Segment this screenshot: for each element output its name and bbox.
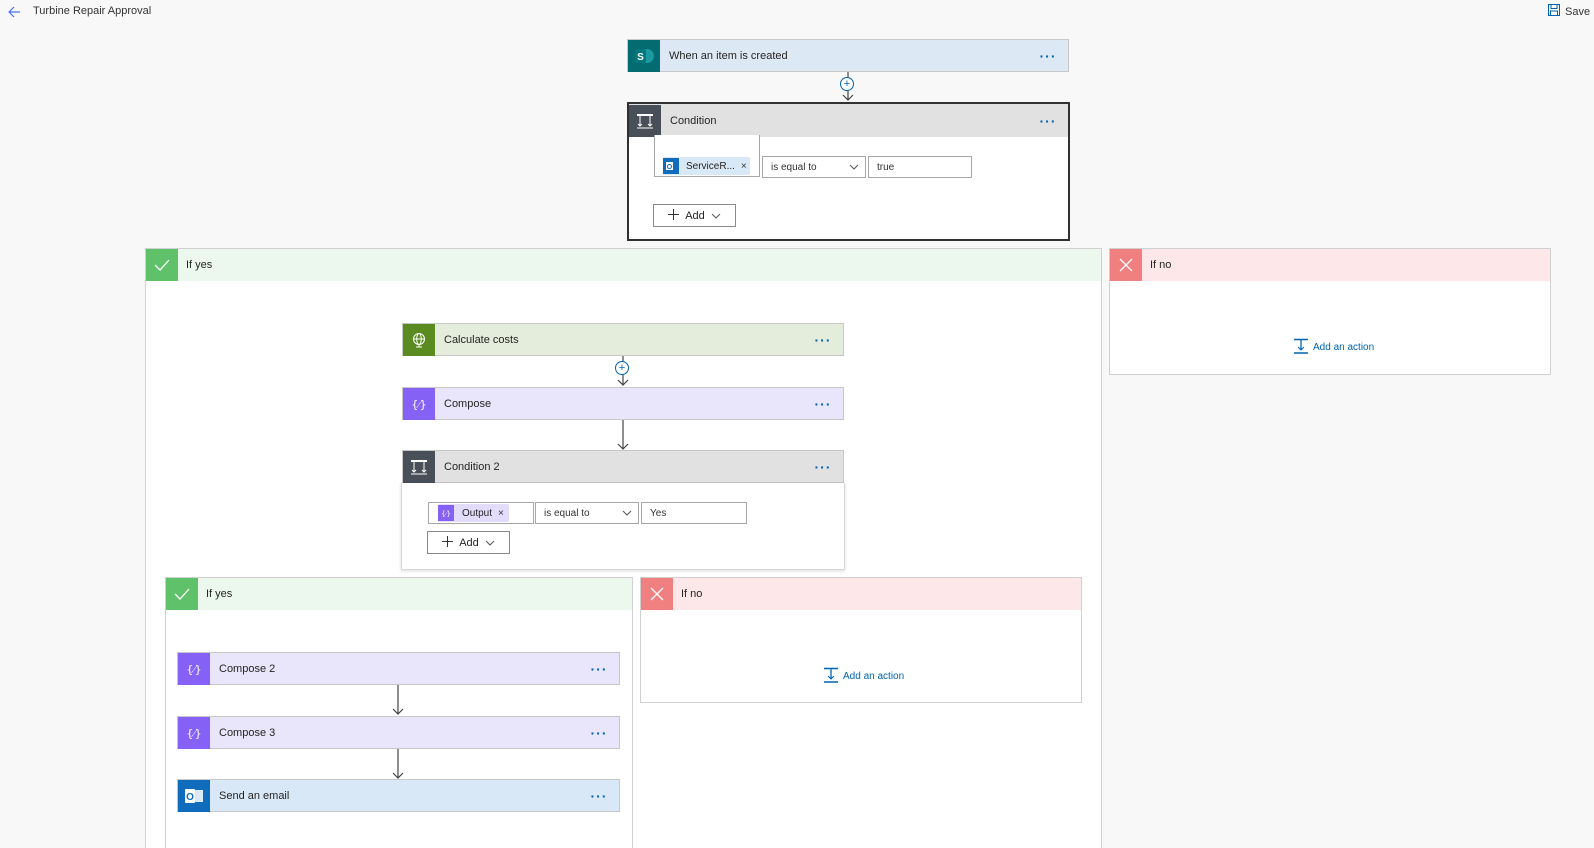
add-action-icon [823,667,839,686]
calculate-costs-card[interactable]: Calculate costs ··· [402,323,844,356]
save-button[interactable]: Save [1548,4,1590,19]
connector-line [390,685,406,719]
save-label: Save [1565,5,1591,18]
condition-token[interactable]: O ServiceR... × [663,157,750,175]
chevron-down-icon [711,210,721,222]
insert-step-button[interactable]: + [615,361,629,375]
condition2-value-input[interactable]: Yes [641,502,747,524]
trigger-label: When an item is created [669,49,788,62]
condition2-more-button[interactable]: ··· [803,459,843,475]
compose2-more-button[interactable]: ··· [579,661,619,677]
save-icon [1548,4,1560,19]
globe-icon [403,323,435,356]
condition-icon [403,450,435,483]
check-icon [166,578,198,610]
condition-add-button[interactable]: Add [653,204,736,227]
svg-text:O: O [186,792,194,803]
compose-card[interactable]: {⁄} Compose ··· [402,387,844,420]
compose-icon: {⁄} [178,716,210,749]
close-icon [1110,249,1142,281]
calculate-costs-more-button[interactable]: ··· [803,332,843,348]
condition-token-label: ServiceR... [686,160,735,172]
remove-token-icon[interactable]: × [741,161,747,172]
condition2-body: {⁄} Output × is equal to Yes Add [401,483,845,570]
condition-body: O ServiceR... × is equal to true Add [629,135,1068,239]
compose3-label: Compose 3 [219,726,276,739]
compose-label: Compose [444,397,492,410]
chevron-down-icon [622,508,632,519]
outer-if-yes-label: If yes [186,259,213,271]
compose-more-button[interactable]: ··· [803,396,843,412]
condition-operator-value: is equal to [771,161,817,173]
svg-text:O: O [667,164,673,171]
top-bar: Turbine Repair Approval Save [0,0,1594,26]
send-email-more-button[interactable]: ··· [579,788,619,804]
outer-if-yes-header[interactable]: If yes [146,249,1101,281]
trigger-more-button[interactable]: ··· [1028,48,1068,64]
compose-token-icon: {⁄} [438,505,454,521]
condition2-token-label: Output [462,507,493,519]
condition2-label: Condition 2 [444,460,500,473]
outer-no-add-action-label: Add an action [1313,342,1375,353]
condition-more-button[interactable]: ··· [1028,113,1068,129]
compose2-label: Compose 2 [219,662,276,675]
add-action-icon [1293,338,1309,357]
inner-no-add-action-label: Add an action [843,671,905,682]
sharepoint-icon: S [628,39,660,72]
condition-value-input[interactable]: true [868,156,972,178]
outer-if-no-label: If no [1150,259,1172,271]
inner-if-no-branch: If no Add an action [640,577,1082,703]
add-label: Add [685,209,705,222]
inner-if-no-label: If no [681,588,703,600]
condition-card: Condition ··· O ServiceR... × is equal t… [627,102,1070,241]
condition2-header[interactable]: Condition 2 ··· [402,450,844,483]
svg-text:{⁄}: {⁄} [441,510,451,518]
condition-header[interactable]: Condition ··· [629,104,1068,137]
inner-if-yes-header[interactable]: If yes [166,578,632,610]
outer-no-add-action-button[interactable]: Add an action [1293,338,1374,357]
connector-line [615,420,631,454]
back-arrow-icon[interactable] [6,3,26,21]
condition2-operator-value: is equal to [544,507,590,519]
svg-text:{⁄}: {⁄} [186,727,201,740]
compose2-card[interactable]: {⁄} Compose 2 ··· [177,652,620,685]
compose-icon: {⁄} [178,652,210,685]
outlook-icon: O [178,779,210,812]
outer-if-no-branch: If no Add an action [1109,248,1551,375]
chevron-down-icon [849,162,859,173]
compose3-more-button[interactable]: ··· [579,725,619,741]
add-label: Add [459,536,479,549]
close-icon [641,578,673,610]
page-title: Turbine Repair Approval [33,5,152,17]
compose-icon: {⁄} [403,387,435,420]
condition2-token[interactable]: {⁄} Output × [438,504,509,522]
compose3-card[interactable]: {⁄} Compose 3 ··· [177,716,620,749]
inner-if-no-header[interactable]: If no [641,578,1081,610]
connector-line [390,749,406,783]
plus-icon [668,208,680,223]
send-email-label: Send an email [219,789,290,802]
condition-operator-select[interactable]: is equal to [762,156,866,178]
outlook-token-icon: O [663,158,679,174]
svg-text:{⁄}: {⁄} [411,398,426,411]
condition-icon [629,104,661,137]
check-icon [146,249,178,281]
inner-no-add-action-button[interactable]: Add an action [823,667,904,686]
chevron-down-icon [485,537,495,549]
remove-token-icon[interactable]: × [498,508,504,519]
outer-if-no-header[interactable]: If no [1110,249,1550,281]
condition2-operator-select[interactable]: is equal to [535,502,639,524]
send-email-card[interactable]: O Send an email ··· [177,779,620,812]
svg-text:S: S [637,52,644,63]
inner-if-yes-label: If yes [206,588,233,600]
insert-step-button[interactable]: + [840,77,854,91]
calculate-costs-label: Calculate costs [444,333,519,346]
condition-label: Condition [670,114,717,127]
svg-text:{⁄}: {⁄} [186,663,201,676]
trigger-card[interactable]: S When an item is created ··· [627,39,1069,72]
plus-icon [442,535,454,550]
condition2-add-button[interactable]: Add [427,531,510,554]
